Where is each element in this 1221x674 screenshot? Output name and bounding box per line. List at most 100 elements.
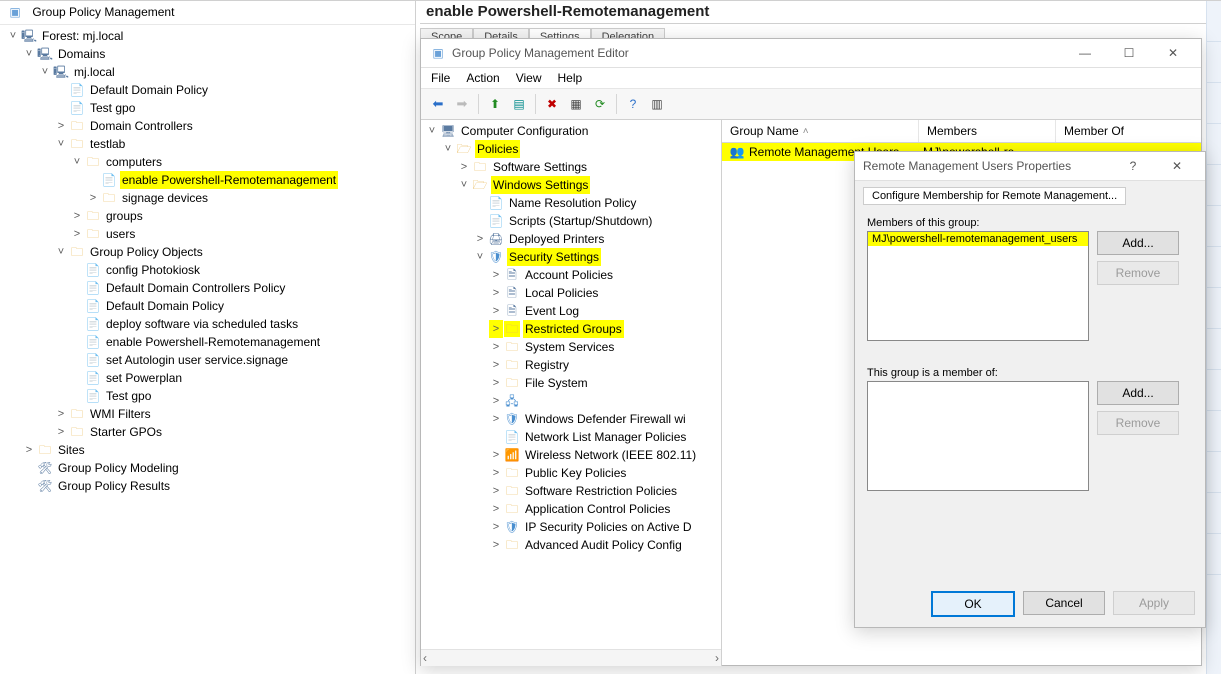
tree-item[interactable]: 📄deploy software via scheduled tasks bbox=[0, 315, 415, 333]
etree-item[interactable]: ˃🗀Software Restriction Policies bbox=[421, 482, 721, 500]
menu-action[interactable]: Action bbox=[466, 71, 499, 85]
tree-item[interactable]: 🛠Group Policy Modeling bbox=[0, 459, 415, 477]
tree-item[interactable]: 📄Test gpo bbox=[0, 387, 415, 405]
menu-help[interactable]: Help bbox=[558, 71, 583, 85]
etree-item[interactable]: ˃🛡IP Security Policies on Active D bbox=[421, 518, 721, 536]
expander-icon[interactable]: ˅ bbox=[441, 140, 455, 158]
tree-item[interactable]: 📄Test gpo bbox=[0, 99, 415, 117]
tree-item-selected[interactable]: 📄enable Powershell-Remotemanagement bbox=[0, 171, 415, 189]
up-button[interactable]: ⬆ bbox=[484, 93, 506, 115]
close-button[interactable]: ✕ bbox=[1155, 153, 1199, 179]
expander-icon[interactable]: ˃ bbox=[489, 464, 503, 482]
scroll-left-icon[interactable]: ‹ bbox=[423, 651, 427, 665]
etree-item[interactable]: ˃🗀System Services bbox=[421, 338, 721, 356]
expander-icon[interactable]: ˃ bbox=[489, 302, 503, 320]
expander-icon[interactable]: ˃ bbox=[489, 518, 503, 536]
ok-button[interactable]: OK bbox=[931, 591, 1015, 617]
etree-item[interactable]: ˃🗎Account Policies bbox=[421, 266, 721, 284]
tree-item[interactable]: 📄Default Domain Controllers Policy bbox=[0, 279, 415, 297]
etree-item[interactable]: ˃🗀Software Settings bbox=[421, 158, 721, 176]
expander-icon[interactable]: ˅ bbox=[54, 243, 68, 261]
expander-icon[interactable]: ˃ bbox=[489, 446, 503, 464]
tree-item[interactable]: 📄config Photokiosk bbox=[0, 261, 415, 279]
delete-button[interactable]: ✖ bbox=[541, 93, 563, 115]
memberof-listbox[interactable] bbox=[867, 381, 1089, 491]
properties-tab[interactable]: Configure Membership for Remote Manageme… bbox=[863, 187, 1126, 205]
gpme-tree-pane[interactable]: ˅🖥Computer Configuration ˅🗁Policies ˃🗀So… bbox=[421, 120, 722, 666]
help-button[interactable]: ? bbox=[622, 93, 644, 115]
expander-icon[interactable]: ˃ bbox=[489, 374, 503, 392]
expander-icon[interactable]: ˃ bbox=[22, 441, 36, 459]
help-button[interactable]: ? bbox=[1111, 153, 1155, 179]
tree-item[interactable]: 📄enable Powershell-Remotemanagement bbox=[0, 333, 415, 351]
expander-icon[interactable]: ˃ bbox=[70, 225, 84, 243]
expander-icon[interactable]: ˃ bbox=[489, 392, 503, 410]
forward-button[interactable]: ➡ bbox=[451, 93, 473, 115]
etree-item[interactable]: ˃🖨Deployed Printers bbox=[421, 230, 721, 248]
tree-item[interactable]: 📄Default Domain Policy bbox=[0, 297, 415, 315]
expander-icon[interactable]: ˃ bbox=[489, 536, 503, 554]
tree-item[interactable]: 📄set Powerplan bbox=[0, 369, 415, 387]
expander-icon[interactable]: ˃ bbox=[489, 320, 503, 338]
tree-item[interactable]: ˃🗀users bbox=[0, 225, 415, 243]
expander-icon[interactable]: ˃ bbox=[54, 117, 68, 135]
etree-item[interactable]: ˃🗎Event Log bbox=[421, 302, 721, 320]
expander-icon[interactable]: ˃ bbox=[489, 284, 503, 302]
members-listbox[interactable]: MJ\powershell-remotemanagement_users bbox=[867, 231, 1089, 341]
etree-item[interactable]: ˃🗀Application Control Policies bbox=[421, 500, 721, 518]
expander-icon[interactable]: ˃ bbox=[54, 405, 68, 423]
tree-item[interactable]: 🛠Group Policy Results bbox=[0, 477, 415, 495]
expander-icon[interactable]: ˅ bbox=[54, 135, 68, 153]
back-button[interactable]: ⬅ bbox=[427, 93, 449, 115]
tree-item[interactable]: ˃🗀Domain Controllers bbox=[0, 117, 415, 135]
expander-icon[interactable]: ˃ bbox=[473, 230, 487, 248]
expander-icon[interactable]: ˃ bbox=[54, 423, 68, 441]
tree-item[interactable]: ˃🗀Sites bbox=[0, 441, 415, 459]
close-button[interactable]: ✕ bbox=[1151, 40, 1195, 66]
forest-node[interactable]: ˅🖳Forest: mj.local bbox=[0, 27, 415, 45]
etree-item[interactable]: ˅🗁Policies bbox=[421, 140, 721, 158]
maximize-button[interactable]: ☐ bbox=[1107, 40, 1151, 66]
etree-root[interactable]: ˅🖥Computer Configuration bbox=[421, 122, 721, 140]
expander-icon[interactable]: ˅ bbox=[473, 248, 487, 266]
col-group-name[interactable]: Group Name˄ bbox=[722, 120, 919, 142]
tree-item[interactable]: ˃🗀Starter GPOs bbox=[0, 423, 415, 441]
etree-item[interactable]: 📄Network List Manager Policies bbox=[421, 428, 721, 446]
cancel-button[interactable]: Cancel bbox=[1023, 591, 1105, 615]
list-item[interactable]: MJ\powershell-remotemanagement_users bbox=[868, 232, 1088, 246]
etree-item[interactable]: 📄Name Resolution Policy bbox=[421, 194, 721, 212]
expander-icon[interactable]: ˃ bbox=[457, 158, 471, 176]
refresh-button[interactable]: ⟳ bbox=[589, 93, 611, 115]
minimize-button[interactable]: — bbox=[1063, 40, 1107, 66]
etree-item[interactable]: ˃🗀Advanced Audit Policy Config bbox=[421, 536, 721, 554]
expander-icon[interactable]: ˃ bbox=[86, 189, 100, 207]
expander-icon[interactable]: ˃ bbox=[489, 338, 503, 356]
expander-icon[interactable]: ˅ bbox=[425, 122, 439, 140]
tree-item[interactable]: ˅🗀computers bbox=[0, 153, 415, 171]
expander-icon[interactable]: ˅ bbox=[22, 45, 36, 63]
etree-item[interactable]: ˅🗁Windows Settings bbox=[421, 176, 721, 194]
add-members-button[interactable]: Add... bbox=[1097, 231, 1179, 255]
extra-button[interactable]: ▥ bbox=[646, 93, 668, 115]
etree-item[interactable]: ˃🖧 bbox=[421, 392, 721, 410]
tree-item[interactable]: ˅🗀testlab bbox=[0, 135, 415, 153]
horizontal-scrollbar[interactable]: ‹› bbox=[421, 649, 721, 666]
expander-icon[interactable]: ˃ bbox=[489, 266, 503, 284]
expander-icon[interactable]: ˃ bbox=[489, 356, 503, 374]
domains-node[interactable]: ˅🖳Domains bbox=[0, 45, 415, 63]
menu-view[interactable]: View bbox=[516, 71, 542, 85]
etree-item[interactable]: ˃📶Wireless Network (IEEE 802.11) bbox=[421, 446, 721, 464]
etree-item[interactable]: ˃🗀File System bbox=[421, 374, 721, 392]
tree-item[interactable]: 📄Default Domain Policy bbox=[0, 81, 415, 99]
scroll-right-icon[interactable]: › bbox=[715, 651, 719, 665]
domain-node[interactable]: ˅🖳mj.local bbox=[0, 63, 415, 81]
tree-item[interactable]: 📄set Autologin user service.signage bbox=[0, 351, 415, 369]
expander-icon[interactable]: ˅ bbox=[457, 176, 471, 194]
properties-titlebar[interactable]: Remote Management Users Properties ? ✕ bbox=[855, 152, 1205, 181]
etree-item-selected[interactable]: ˃🗀Restricted Groups bbox=[421, 320, 721, 338]
expander-icon[interactable]: ˃ bbox=[489, 410, 503, 428]
etree-item[interactable]: ˃🛡Windows Defender Firewall wi bbox=[421, 410, 721, 428]
expander-icon[interactable]: ˅ bbox=[38, 63, 52, 81]
col-member-of[interactable]: Member Of bbox=[1056, 120, 1201, 142]
etree-item[interactable]: ˃🗎Local Policies bbox=[421, 284, 721, 302]
